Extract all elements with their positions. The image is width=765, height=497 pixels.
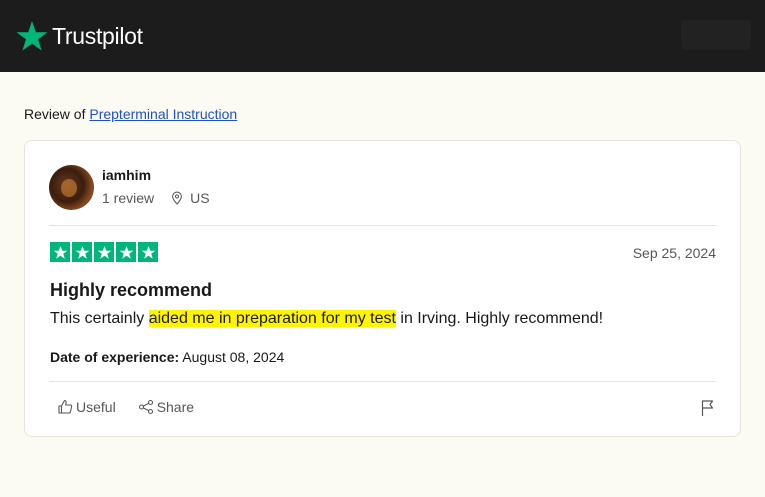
divider (49, 225, 716, 226)
company-link[interactable]: Prepterminal Instruction (89, 106, 237, 122)
review-body-after: in Irving. Highly recommend! (395, 310, 604, 327)
rating-star-icon (94, 242, 114, 262)
reviewer-location: US (170, 190, 210, 206)
share-button[interactable]: Share (138, 399, 194, 415)
rating-star-icon (138, 242, 158, 262)
review-of-line: Review of Prepterminal Instruction (24, 106, 237, 122)
review-title[interactable]: Highly recommend (50, 280, 212, 301)
useful-button[interactable]: Useful (57, 399, 116, 415)
rating-star-icon (50, 242, 70, 262)
rating-star-icon (72, 242, 92, 262)
date-of-experience: Date of experience: August 08, 2024 (50, 349, 284, 365)
avatar[interactable] (49, 165, 94, 210)
location-pin-icon (172, 191, 183, 205)
country-code: US (190, 190, 210, 206)
review-card: iamhim 1 review US Sep 25, 2024 Highly r… (24, 140, 741, 437)
divider (49, 381, 716, 382)
experience-date: August 08, 2024 (182, 349, 285, 365)
star-rating (50, 242, 158, 262)
review-body-highlight: aided me in preparation for my test (148, 310, 396, 327)
share-label: Share (156, 399, 195, 415)
review-count: 1 review (102, 190, 155, 206)
review-date: Sep 25, 2024 (632, 245, 716, 261)
share-icon (138, 399, 153, 415)
reviewer-name[interactable]: iamhim (102, 167, 151, 183)
useful-label: Useful (76, 399, 116, 415)
thumbs-up-icon (58, 399, 73, 414)
top-navigation-bar: Trustpilot (0, 0, 765, 72)
rating-star-icon (116, 242, 136, 262)
review-of-prefix: Review of (24, 106, 86, 122)
review-actions: Useful Share (57, 399, 216, 415)
header-menu-button[interactable] (681, 20, 751, 50)
trustpilot-logo[interactable]: Trustpilot (16, 19, 143, 53)
report-flag-icon[interactable] (700, 399, 716, 417)
experience-label: Date of experience: (50, 349, 180, 365)
brand-name: Trustpilot (52, 22, 143, 49)
reviewer-meta: 1 review US (102, 190, 210, 206)
review-body-before: This certainly (50, 310, 149, 327)
trustpilot-star-icon (16, 21, 48, 51)
review-body: This certainly aided me in preparation f… (50, 310, 603, 328)
